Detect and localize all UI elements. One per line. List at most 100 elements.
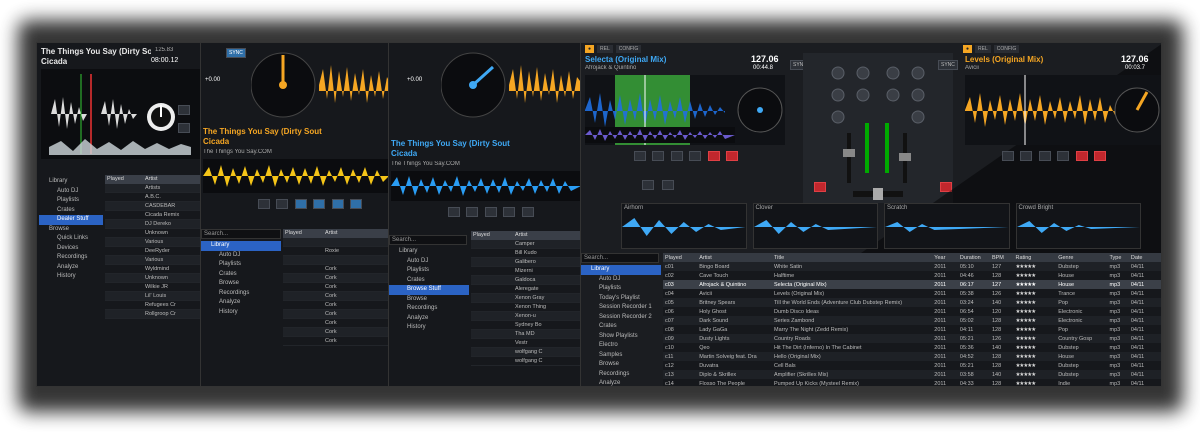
- table-row[interactable]: c04 Avicii Levels (Original Mix) 2011 05:38 1…: [663, 289, 1161, 298]
- col-played[interactable]: Played: [105, 175, 143, 184]
- table-row[interactable]: Lil' Louis: [105, 292, 203, 301]
- tree-item-browse[interactable]: Browse: [389, 295, 469, 305]
- sampler-slot-1[interactable]: Airhorn: [621, 203, 747, 249]
- table-row[interactable]: DeeRyder: [105, 247, 203, 256]
- table-row[interactable]: Cicada Remix: [105, 211, 203, 220]
- table-row[interactable]: [283, 238, 389, 247]
- table-row[interactable]: Unknown: [105, 274, 203, 283]
- tree-item-browse[interactable]: Browse: [201, 279, 281, 289]
- tree-item-recordings[interactable]: Recordings: [581, 370, 661, 380]
- sampler-slot-3[interactable]: Scratch: [884, 203, 1010, 249]
- col-played[interactable]: Played: [283, 229, 323, 238]
- table-row[interactable]: Vestr: [471, 339, 581, 348]
- table-row[interactable]: c01 Bingo Board White Satin 2011 05:10 127 ★★★…: [663, 262, 1161, 271]
- hotcue-4-button[interactable]: [350, 199, 363, 209]
- table-row[interactable]: Wilkie JR: [105, 283, 203, 292]
- mixer-a-button[interactable]: [814, 182, 826, 192]
- tree-item-crates[interactable]: Crates: [201, 270, 281, 280]
- top-tab-rel[interactable]: REL: [597, 45, 613, 53]
- tree-item-session-2[interactable]: Session Recorder 2: [581, 313, 661, 323]
- tree-item-crates[interactable]: Crates: [39, 206, 103, 216]
- table-row[interactable]: Roxie: [283, 247, 389, 256]
- tree-item-autodj[interactable]: Auto DJ: [39, 187, 103, 197]
- hotcue-2-button[interactable]: [652, 151, 665, 161]
- col-duration[interactable]: Duration: [957, 253, 990, 262]
- loop-button[interactable]: [178, 123, 190, 133]
- tree-item-analyze[interactable]: Analyze: [39, 263, 103, 273]
- tree-item-history[interactable]: History: [201, 308, 281, 318]
- tree-item-analyze[interactable]: Analyze: [201, 298, 281, 308]
- top-tab-config[interactable]: CONFIG: [615, 45, 642, 53]
- table-row[interactable]: Tha MD: [471, 330, 581, 339]
- table-row[interactable]: c02 Cave Touch Halftime 2011 04:46 128 ★★★★★ Ho…: [663, 271, 1161, 280]
- tree-item-library[interactable]: Library: [581, 265, 661, 275]
- deck-b-sync-button[interactable]: SYNC: [938, 60, 958, 70]
- table-row[interactable]: Various: [105, 238, 203, 247]
- tree-item-analyze[interactable]: Analyze: [389, 314, 469, 324]
- hotcue-4-button[interactable]: [503, 207, 516, 217]
- col-artist[interactable]: Artist: [323, 229, 389, 238]
- tree-item-playlists[interactable]: Playlists: [581, 284, 661, 294]
- table-row[interactable]: Cork: [283, 328, 389, 337]
- sync-button[interactable]: SYNC: [226, 48, 246, 58]
- table-row[interactable]: A.B.C.: [105, 193, 203, 202]
- table-row[interactable]: CASDEBAR: [105, 202, 203, 211]
- table-row[interactable]: Cork: [283, 301, 389, 310]
- tree-item-recordings[interactable]: Recordings: [389, 304, 469, 314]
- tree-item-analyze[interactable]: Analyze: [581, 379, 661, 386]
- hotcue-3-button[interactable]: [1038, 151, 1051, 161]
- fx-button[interactable]: [178, 105, 190, 115]
- table-row[interactable]: Galdoca: [471, 276, 581, 285]
- tree-item-session-1[interactable]: Session Recorder 1: [581, 303, 661, 313]
- loop-out-button[interactable]: [1094, 151, 1107, 161]
- tree-item-crates[interactable]: Crates: [581, 322, 661, 332]
- table-row[interactable]: Rollgroop Cr: [105, 310, 203, 319]
- hotcue-1-button[interactable]: [294, 199, 307, 209]
- tree-item-autodj[interactable]: Auto DJ: [389, 257, 469, 267]
- table-row[interactable]: Cork: [283, 337, 389, 346]
- table-row[interactable]: Xenon Thing: [471, 303, 581, 312]
- table-row[interactable]: Cork: [283, 274, 389, 283]
- table-row[interactable]: c13 Diplo & Skrillex Amplifier (Skrillex M…: [663, 370, 1161, 379]
- table-row[interactable]: Xenon-u: [471, 312, 581, 321]
- search-input[interactable]: Search...: [389, 235, 467, 245]
- tree-item-quicklinks[interactable]: Quick Links: [39, 234, 103, 244]
- col-title[interactable]: Title: [771, 253, 933, 262]
- tree-item-selected[interactable]: Browse Stuff: [389, 285, 469, 295]
- table-row[interactable]: c11 Martin Solveig feat. Dra Hello (Origin…: [663, 352, 1161, 361]
- deck-a-play-button[interactable]: [642, 180, 654, 190]
- hotcue-2-button[interactable]: [466, 207, 479, 217]
- tree-item-recordings[interactable]: Recordings: [201, 289, 281, 299]
- loop-in-button[interactable]: [1075, 151, 1088, 161]
- tree-item-library[interactable]: Library: [389, 247, 469, 257]
- tree-item-browse[interactable]: Browse: [39, 225, 103, 235]
- tree-item-autodj[interactable]: Auto DJ: [201, 251, 281, 261]
- table-row[interactable]: c07 Dark Sound Series Zambond 2011 05:02 128 ★…: [663, 316, 1161, 325]
- top-tab-rec[interactable]: ●: [585, 45, 595, 53]
- table-row[interactable]: DJ Dereko: [105, 220, 203, 229]
- table-row[interactable]: c09 Dusty Lights Country Roads 2011 05:21 126…: [663, 334, 1161, 343]
- table-row[interactable]: [283, 256, 389, 265]
- hotcue-1-button[interactable]: [1002, 151, 1014, 161]
- table-row[interactable]: wolfgang C: [471, 357, 581, 366]
- table-row[interactable]: Refugees Cr: [105, 301, 203, 310]
- hotcue-3-button[interactable]: [670, 151, 683, 161]
- tree-item-history[interactable]: History: [39, 272, 103, 282]
- play-button[interactable]: [258, 199, 270, 209]
- hotcue-2-button[interactable]: [1020, 151, 1033, 161]
- col-artist[interactable]: Artist: [697, 253, 772, 262]
- table-row[interactable]: Wyldmind: [105, 265, 203, 274]
- table-row[interactable]: Bill Kudo: [471, 249, 581, 258]
- table-row[interactable]: c06 Holy Ghost Dumb Disco Ideas 2011 06:54 12…: [663, 307, 1161, 316]
- col-artist[interactable]: Artist: [513, 231, 581, 240]
- table-row[interactable]: Galibero: [471, 258, 581, 267]
- table-row[interactable]: Cork: [283, 319, 389, 328]
- tree-item-electro[interactable]: Electro: [581, 341, 661, 351]
- search-input[interactable]: Search...: [201, 229, 281, 239]
- table-row[interactable]: wolfgang C: [471, 348, 581, 357]
- tree-item-playlists[interactable]: Playlists: [389, 266, 469, 276]
- search-input[interactable]: Search...: [581, 253, 659, 263]
- deck-a-cue-button[interactable]: [662, 180, 674, 190]
- table-row[interactable]: Camper: [471, 240, 581, 249]
- hotcue-4-button[interactable]: [1057, 151, 1070, 161]
